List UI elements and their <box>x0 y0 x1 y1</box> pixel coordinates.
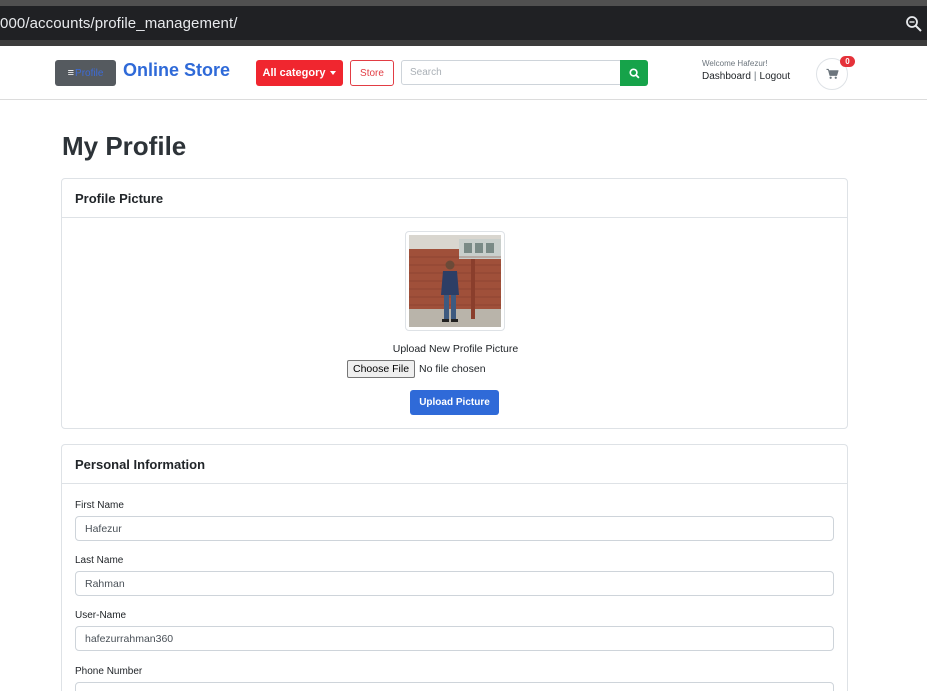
all-category-dropdown[interactable]: All category <box>256 60 343 86</box>
upload-picture-label: Upload New Profile Picture <box>392 343 519 355</box>
search-button[interactable] <box>620 60 648 86</box>
last-name-field[interactable] <box>75 571 834 596</box>
upload-picture-button[interactable]: Upload Picture <box>410 390 499 415</box>
store-button[interactable]: Store <box>350 60 394 86</box>
profile-picture-frame <box>405 231 505 331</box>
personal-information-header: Personal Information <box>62 445 847 484</box>
zoom-icon[interactable] <box>905 15 923 33</box>
choose-file-button[interactable]: Choose File <box>347 360 416 378</box>
cart-count-badge: 0 <box>840 56 855 67</box>
link-separator: | <box>753 71 757 82</box>
url-text[interactable]: 000/accounts/profile_management/ <box>0 15 238 32</box>
site-navbar: ≡ Profile Online Store All category Stor… <box>0 46 927 100</box>
category-label: All category <box>262 67 326 79</box>
brand-logo[interactable]: Online Store <box>123 60 230 81</box>
profile-button-label: Profile <box>75 67 104 79</box>
phone-number-field[interactable] <box>75 682 834 691</box>
user-links: Dashboard | Logout <box>702 71 790 82</box>
profile-picture-card: Profile Picture Upload New Profile Pictu… <box>61 178 848 429</box>
address-bar[interactable]: 000/accounts/profile_management/ <box>0 6 927 40</box>
username-label: User-Name <box>75 610 127 621</box>
caret-down-icon <box>330 71 337 75</box>
first-name-label: First Name <box>75 500 124 511</box>
shopping-cart-icon <box>825 68 839 79</box>
profile-photo <box>409 235 501 327</box>
welcome-text: Welcome Hafezur! <box>702 59 768 68</box>
phone-number-label: Phone Number <box>75 666 143 677</box>
no-file-chosen-text: No file chosen <box>419 363 486 375</box>
search-input[interactable] <box>401 60 621 85</box>
hamburger-icon: ≡ <box>67 67 75 79</box>
personal-information-card: Personal Information First Name Last Nam… <box>61 444 848 691</box>
search-icon <box>628 67 640 79</box>
logout-link[interactable]: Logout <box>760 71 791 82</box>
profile-picture-header: Profile Picture <box>62 179 847 218</box>
profile-menu-button[interactable]: ≡ Profile <box>55 60 116 86</box>
username-field[interactable] <box>75 626 834 651</box>
dashboard-link[interactable]: Dashboard <box>702 71 751 82</box>
last-name-label: Last Name <box>75 555 124 566</box>
first-name-field[interactable] <box>75 516 834 541</box>
file-input[interactable]: Choose File No file chosen <box>347 360 486 378</box>
page-title: My Profile <box>62 131 187 161</box>
